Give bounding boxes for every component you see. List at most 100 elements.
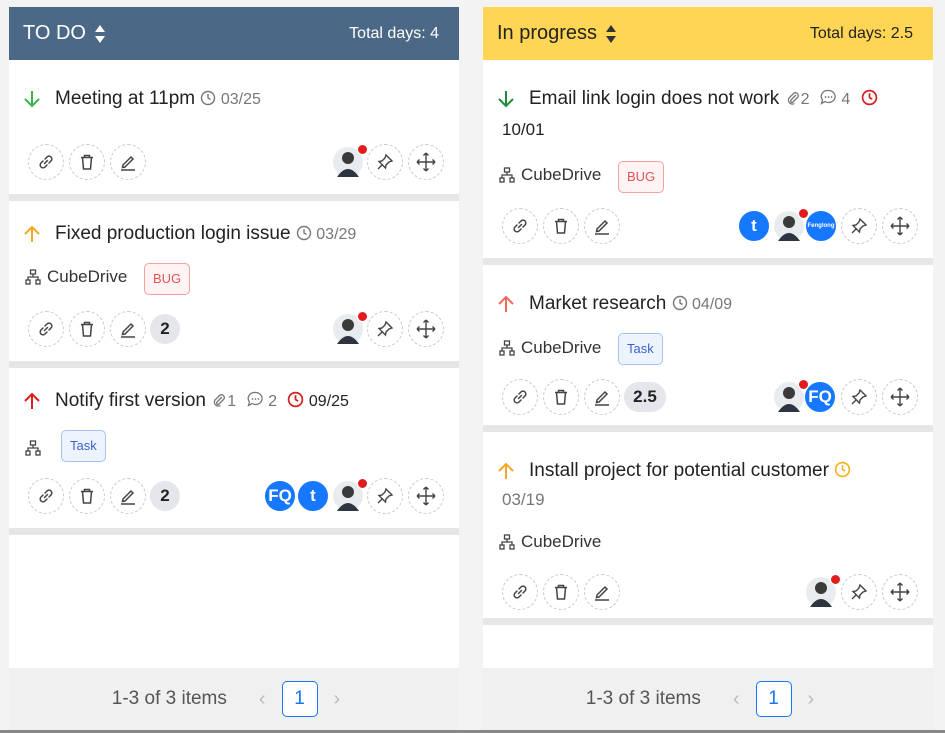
avatar[interactable]	[773, 379, 809, 413]
copy-link-button[interactable]	[502, 208, 538, 244]
task-title[interactable]: Market research	[529, 293, 666, 314]
card-separator	[483, 618, 933, 625]
trash-icon	[555, 584, 567, 600]
pin-icon	[377, 487, 394, 504]
page-number-button[interactable]: 1	[281, 681, 318, 717]
clock-warning-icon	[835, 461, 851, 478]
avatar[interactable]: t	[738, 210, 770, 242]
edit-button[interactable]	[584, 379, 620, 415]
avatar[interactable]	[805, 574, 841, 608]
pin-button[interactable]	[367, 311, 403, 347]
task-title[interactable]: Install project for potential customer	[529, 460, 829, 481]
card-separator	[483, 258, 933, 265]
delete-button[interactable]	[69, 311, 105, 347]
task-title[interactable]: Meeting at 11pm	[55, 88, 195, 109]
avatar[interactable]	[332, 311, 368, 345]
next-page-chevron-icon[interactable]: ›	[808, 688, 815, 711]
avatar[interactable]: FQ	[804, 381, 836, 413]
prev-page-chevron-icon[interactable]: ‹	[733, 688, 740, 711]
edit-button[interactable]	[110, 478, 146, 514]
tag-bug[interactable]: BUG	[618, 161, 665, 193]
pin-button[interactable]	[841, 379, 877, 415]
edit-button[interactable]	[584, 208, 620, 244]
move-button[interactable]	[408, 311, 444, 347]
copy-link-button[interactable]	[28, 144, 64, 180]
card-separator	[9, 528, 459, 535]
task-title[interactable]: Notify first version	[55, 390, 206, 411]
paperclip-icon	[214, 394, 226, 407]
hierarchy-icon	[499, 534, 515, 550]
edit-button[interactable]	[110, 144, 146, 180]
pencil-icon	[121, 489, 135, 505]
priority-high-arrow-icon	[23, 391, 43, 411]
tag-task[interactable]: Task	[618, 333, 663, 365]
trash-icon	[81, 154, 93, 170]
column-title-in-progress[interactable]: In progress	[497, 22, 617, 45]
column-header-in-progress: In progress Total days: 2.5	[483, 7, 933, 60]
kanban-board: TO DO Total days: 4 Meeting at 11pm 03/2…	[0, 0, 945, 733]
task-card[interactable]: Fixed production login issue 03/29 CubeD…	[9, 201, 459, 361]
task-card[interactable]: Email link login does not work 2 4 10/01	[483, 60, 933, 258]
link-icon	[513, 585, 527, 599]
avatar[interactable]: t	[297, 480, 329, 512]
sort-icon[interactable]	[605, 24, 617, 44]
priority-medium-arrow-icon	[497, 461, 517, 481]
pin-button[interactable]	[841, 208, 877, 244]
task-card[interactable]: Notify first version 1 2 09/25 Task 2 FQ…	[9, 368, 459, 528]
copy-link-button[interactable]	[28, 478, 64, 514]
move-icon	[890, 216, 910, 236]
clock-icon	[296, 225, 312, 241]
trash-icon	[555, 389, 567, 405]
move-button[interactable]	[408, 144, 444, 180]
pencil-icon	[121, 322, 135, 338]
column-in-progress: In progress Total days: 2.5 Email link l…	[483, 7, 933, 730]
delete-button[interactable]	[543, 379, 579, 415]
trash-icon	[555, 218, 567, 234]
next-page-chevron-icon[interactable]: ›	[334, 688, 341, 711]
move-button[interactable]	[408, 478, 444, 514]
pin-button[interactable]	[367, 478, 403, 514]
column-todo: TO DO Total days: 4 Meeting at 11pm 03/2…	[9, 7, 459, 730]
edit-button[interactable]	[584, 574, 620, 610]
clock-icon	[201, 90, 216, 106]
task-card[interactable]: Meeting at 11pm 03/25	[9, 60, 459, 194]
copy-link-button[interactable]	[502, 379, 538, 415]
delete-button[interactable]	[543, 574, 579, 610]
task-title[interactable]: Fixed production login issue	[55, 223, 291, 244]
task-title[interactable]: Email link login does not work	[529, 88, 779, 109]
prev-page-chevron-icon[interactable]: ‹	[259, 688, 266, 711]
sort-icon[interactable]	[94, 24, 106, 44]
move-button[interactable]	[882, 574, 918, 610]
avatar[interactable]: Fenglong	[805, 210, 837, 242]
comment-icon	[247, 391, 263, 407]
pin-button[interactable]	[367, 144, 403, 180]
move-button[interactable]	[882, 379, 918, 415]
priority-low-arrow-icon	[497, 89, 517, 109]
hierarchy-icon	[25, 440, 41, 456]
edit-button[interactable]	[110, 311, 146, 347]
tag-task[interactable]: Task	[61, 430, 106, 462]
task-card[interactable]: Install project for potential customer 0…	[483, 432, 933, 618]
delete-button[interactable]	[69, 478, 105, 514]
link-icon	[39, 155, 53, 169]
task-card[interactable]: Market research 04/09 CubeDrive Task 2.5…	[483, 265, 933, 425]
copy-link-button[interactable]	[28, 311, 64, 347]
copy-link-button[interactable]	[502, 574, 538, 610]
pencil-icon	[595, 390, 609, 406]
page-number-button[interactable]: 1	[755, 681, 792, 717]
trash-icon	[81, 488, 93, 504]
project-name: CubeDrive	[47, 267, 128, 286]
delete-button[interactable]	[543, 208, 579, 244]
card-separator	[483, 425, 933, 432]
pin-button[interactable]	[841, 574, 877, 610]
avatar[interactable]: FQ	[264, 480, 296, 512]
avatar[interactable]	[773, 208, 809, 242]
move-button[interactable]	[882, 208, 918, 244]
column-title-todo[interactable]: TO DO	[23, 22, 106, 45]
priority-low-arrow-icon	[23, 89, 43, 109]
delete-button[interactable]	[69, 144, 105, 180]
tag-bug[interactable]: BUG	[144, 263, 191, 295]
project-label	[25, 440, 47, 456]
avatar[interactable]	[332, 478, 368, 512]
avatar[interactable]	[332, 144, 368, 178]
